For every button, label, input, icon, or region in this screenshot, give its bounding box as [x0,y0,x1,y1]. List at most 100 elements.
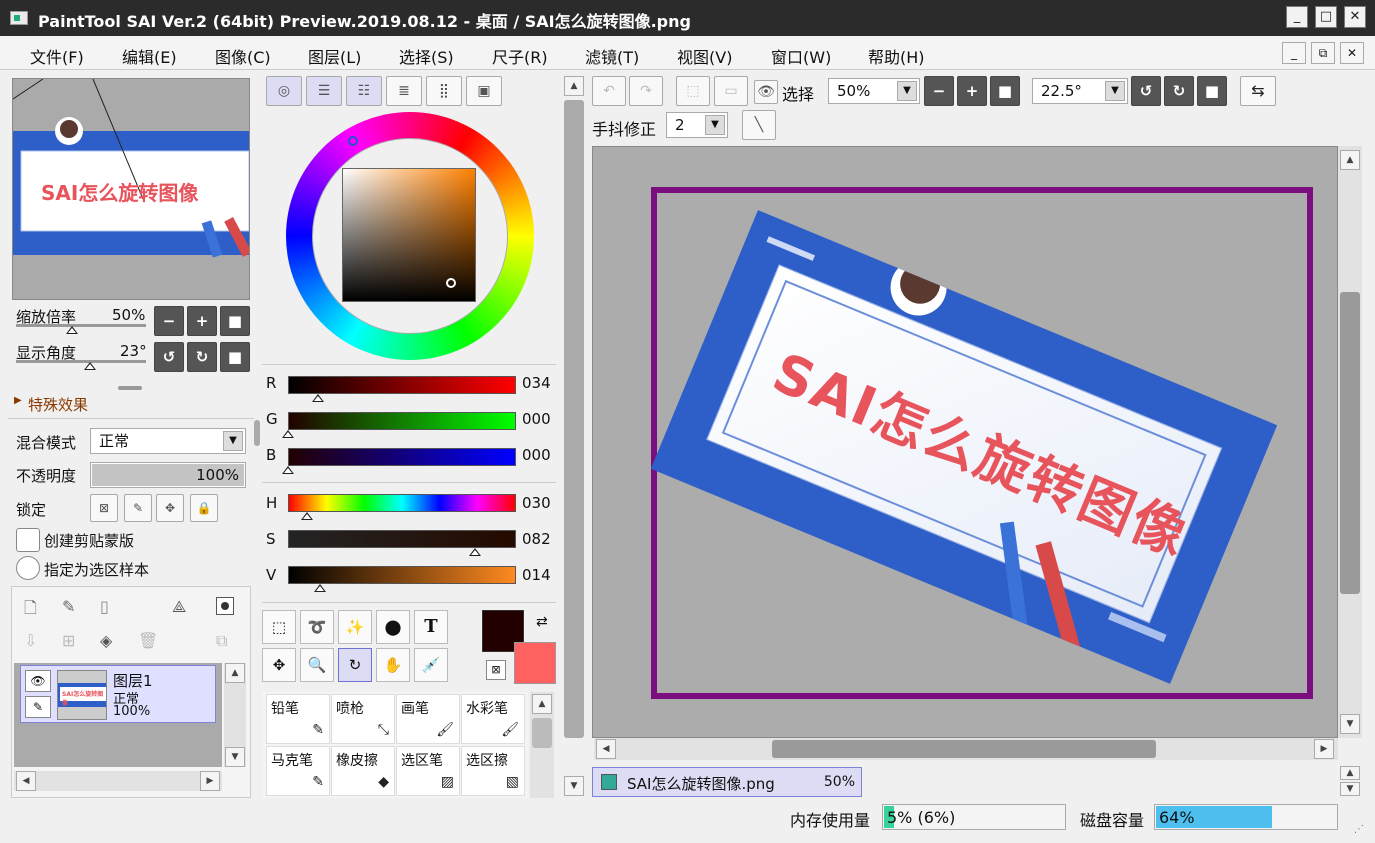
panel-scroll-up[interactable]: ▲ [564,76,584,96]
brush-pencil[interactable]: 铅笔 ✎ [266,694,330,744]
deselect-button[interactable]: ⬚ [676,76,710,106]
undo-button[interactable]: ↶ [592,76,626,106]
menu-edit[interactable]: 编辑(E) [122,44,177,68]
clip-mask-checkbox[interactable] [16,528,40,552]
blend-mode-select[interactable]: 正常 ▼ [90,428,246,454]
lock-paint-button[interactable]: ✎ [124,494,152,522]
doc-restore-button[interactable]: ⧉ [1311,42,1335,64]
menu-help[interactable]: 帮助(H) [868,44,925,68]
menu-layer[interactable]: 图层(L) [308,44,361,68]
layer-scroll-right[interactable]: ▶ [200,771,220,791]
canvas-scroll-up[interactable]: ▲ [1340,150,1360,170]
secondary-color-swatch[interactable] [514,642,556,684]
value-slider[interactable] [288,566,516,584]
color-wheel-tab[interactable]: ◎ [266,76,302,106]
doc-close-button[interactable]: ✕ [1340,42,1364,64]
doc-minimize-button[interactable]: _ [1282,42,1306,64]
hue-cursor[interactable] [348,136,358,146]
resize-grip-icon[interactable]: ⋰ [1354,824,1364,835]
value-slider-handle[interactable] [313,584,326,592]
scratchpad-tab[interactable]: ▣ [466,76,502,106]
layer-mask-icon[interactable] [216,597,234,615]
lock-move-button[interactable]: ✥ [156,494,184,522]
layer-scroll-left[interactable]: ◀ [16,771,36,791]
stabilizer-select[interactable]: 2 ▼ [666,112,728,138]
canvas-scroll-down[interactable]: ▼ [1340,714,1360,734]
saturation-slider-handle[interactable] [468,548,481,556]
lasso-tool[interactable]: ➰ [300,610,334,644]
straight-line-button[interactable]: ╲ [742,110,776,140]
expand-arrow-icon[interactable]: ▶ [14,394,22,408]
zoom-reset-button[interactable]: ■ [220,306,250,336]
new-folder-icon[interactable]: ▯ [100,597,109,616]
angle-slider-handle[interactable] [84,362,96,370]
canvas-rotate-left-button[interactable]: ↺ [1131,76,1161,106]
rotate-reset-button[interactable]: ■ [220,342,250,372]
swatch-list-tab[interactable]: ≣ [386,76,422,106]
move-tool[interactable]: ✥ [262,648,296,682]
menu-view[interactable]: 视图(V) [677,44,732,68]
zoom-slider-handle[interactable] [66,326,78,334]
opacity-slider[interactable]: 100% [90,462,246,488]
brush-airbrush[interactable]: 喷枪 ⤡ [331,694,395,744]
menu-window[interactable]: 窗口(W) [771,44,831,68]
panel-splitter[interactable] [118,386,142,390]
navigator-preview[interactable]: SAI怎么旋转图像 [12,78,250,300]
menu-filter[interactable]: 滤镜(T) [585,44,639,68]
layer-scroll-up[interactable]: ▲ [225,663,245,683]
transparent-color-icon[interactable]: ⊠ [486,660,506,680]
brush-scroll-up[interactable]: ▲ [532,694,552,714]
delete-layer-icon[interactable]: 🗑 [138,631,158,650]
menu-image[interactable]: 图像(C) [215,44,271,68]
maximize-button[interactable]: □ [1315,6,1337,28]
canvas-vscroll-thumb[interactable] [1340,292,1360,594]
canvas-zoom-out-button[interactable]: − [924,76,954,106]
canvas-zoom-reset-button[interactable]: ■ [990,76,1020,106]
canvas-zoom-in-button[interactable]: + [957,76,987,106]
menu-ruler[interactable]: 尺子(R) [492,44,548,68]
panel-scroll-down[interactable]: ▼ [564,776,584,796]
document-tab[interactable]: SAI怎么旋转图像.png 50% [592,767,862,797]
layer-effect-icon[interactable]: ⟁ [172,597,186,617]
green-slider[interactable] [288,412,516,430]
brush-scroll-thumb[interactable] [532,718,552,748]
merge-down-icon[interactable]: ⊞ [62,631,75,650]
minimize-button[interactable]: _ [1286,6,1308,28]
zoom-slider[interactable] [16,324,146,327]
flip-horizontal-button[interactable]: ⇆ [1240,76,1276,106]
brush-select-eraser[interactable]: 选区擦 ▧ [461,746,525,796]
selection-sample-checkbox[interactable] [16,556,40,580]
layer-row[interactable]: 👁 ✎ SAI怎么旋转图像 图层1 正常 100% [20,665,216,723]
canvas-scroll-right[interactable]: ▶ [1314,739,1334,759]
zoom-tool[interactable]: 🔍 [300,648,334,682]
sv-cursor[interactable] [446,278,456,288]
menu-file[interactable]: 文件(F) [30,44,84,68]
swatch-grid-tab[interactable]: ⣿ [426,76,462,106]
lock-transparency-button[interactable]: ⊠ [90,494,118,522]
eye-icon[interactable]: 👁 [754,80,778,104]
angle-slider[interactable] [16,360,146,363]
close-button[interactable]: ✕ [1344,6,1366,28]
hue-ring[interactable] [286,112,534,360]
rotate-tool[interactable]: ↻ [338,648,372,682]
hsv-slider-tab[interactable]: ☷ [346,76,382,106]
effects-label[interactable]: 特殊效果 [28,394,88,415]
transfer-down-icon[interactable]: ⇩ [24,631,37,650]
zoom-out-button[interactable]: − [154,306,184,336]
brush-select-pen[interactable]: 选区笔 ▨ [396,746,460,796]
saturation-slider[interactable] [288,530,516,548]
canvas-rotate-reset-button[interactable]: ■ [1197,76,1227,106]
shape-tool[interactable]: ⬤ [376,610,410,644]
red-slider-handle[interactable] [312,394,325,402]
rgb-slider-tab[interactable]: ☰ [306,76,342,106]
angle-select[interactable]: 22.5° ▼ [1032,78,1128,104]
eye-icon[interactable]: 👁 [25,670,51,692]
redo-button[interactable]: ↷ [629,76,663,106]
layer-hscrollbar[interactable] [14,771,222,791]
blue-slider-handle[interactable] [282,466,294,474]
canvas-scroll-left[interactable]: ◀ [596,739,616,759]
blue-slider[interactable] [288,448,516,466]
canvas-rotate-right-button[interactable]: ↻ [1164,76,1194,106]
new-layer-icon[interactable]: 🗋 [24,597,37,624]
brush-marker[interactable]: 马克笔 ✎ [266,746,330,796]
